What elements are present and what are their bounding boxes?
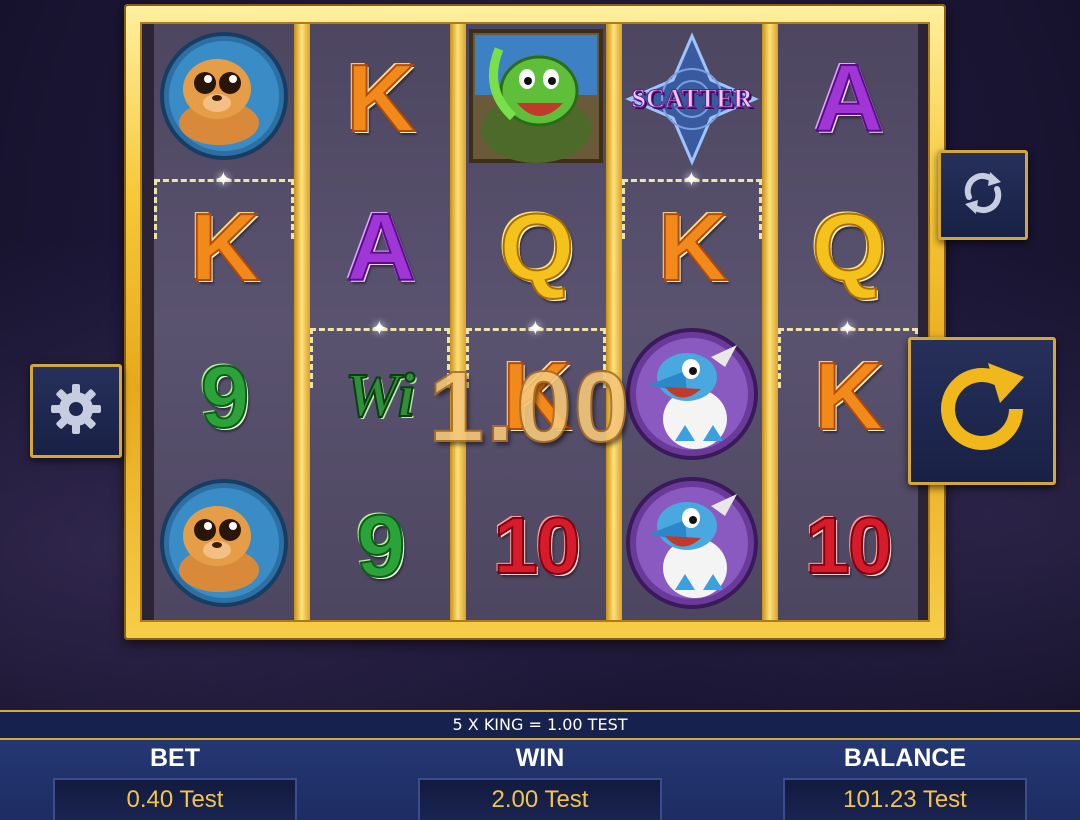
scatter-icon: SCATTER [625,31,759,166]
reel-symbol: Q [778,173,918,322]
symbol-text: 10 [805,500,894,590]
reel-separator [450,24,467,620]
scatter-text: SCATTER [631,83,753,113]
reel-separator [606,24,623,620]
symbol-text: 9 [200,346,251,446]
bird-icon [625,476,759,615]
symbol-text: A [813,44,884,152]
sparkle-icon: ✦ [839,318,856,340]
reel-symbol: 9 [154,322,294,471]
autoplay-button[interactable] [938,150,1028,240]
sparkle-icon: ✦ [371,318,388,340]
reel-symbol: K [310,24,450,173]
reel-symbol: A [310,173,450,322]
reel-frame: K 9 K A Wi 9 Q K 10 SCATTER K A Q K 10 ✦ ✦ ✦ ✦ ✦ [124,4,946,640]
balance-label: BALANCE [843,744,967,772]
reel-symbol: SCATTER [622,24,762,173]
seal-icon [159,478,289,613]
reel-separator [294,24,311,620]
gear-icon [48,381,104,442]
reel-symbol: Q [466,173,606,322]
reel-4: SCATTER K [622,24,762,620]
win-value: 2.00 Test [418,778,662,820]
reel-symbol: 9 [310,471,450,620]
reel-separator [762,24,779,620]
symbol-text: 10 [493,500,582,590]
reel-symbol: A [778,24,918,173]
spin-button[interactable] [908,337,1056,485]
win-label: WIN [515,744,565,772]
balance-value: 101.23 Test [783,778,1027,820]
symbol-text: K [345,44,416,152]
reel-symbol: 10 [466,471,606,620]
win-amount-overlay: 1.00 [428,350,632,464]
settings-button[interactable] [30,364,122,458]
sparkle-icon: ✦ [215,169,232,191]
autoplay-icon [957,167,1009,224]
turtle-icon [469,29,603,168]
seal-icon [159,31,289,166]
bet-value[interactable]: 0.40 Test [53,778,297,820]
sparkle-icon: ✦ [527,318,544,340]
bet-label: BET [150,744,200,772]
reel-symbol: 10 [778,471,918,620]
symbol-text: 9 [356,495,407,595]
sparkle-icon: ✦ [683,169,700,191]
spin-icon [928,355,1036,468]
symbol-text: A [345,193,416,301]
reel-symbol [154,471,294,620]
reel-1: K9 [154,24,294,620]
reel-symbol [154,24,294,173]
symbol-text: Q [499,193,576,301]
win-message-bar: 5 X KING = 1.00 TEST [0,710,1080,740]
symbol-text: Q [811,193,888,301]
reel-grid: K 9 K A Wi 9 Q K 10 SCATTER K A Q K 10 ✦ ✦ ✦ ✦ ✦ [142,24,928,620]
reel-symbol [466,24,606,173]
reel-symbol [622,471,762,620]
